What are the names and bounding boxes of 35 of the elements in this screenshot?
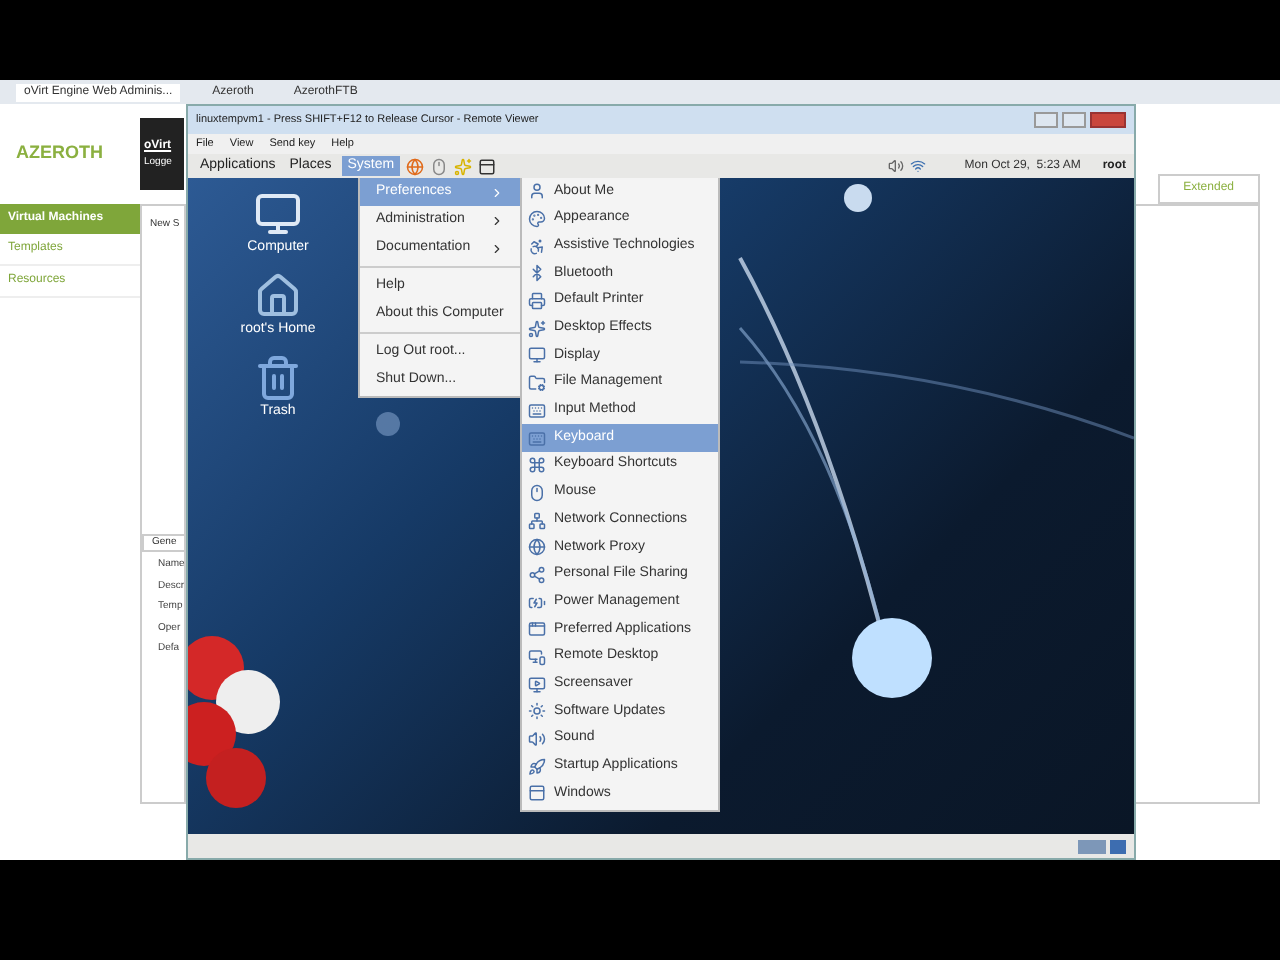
preference-icon xyxy=(528,346,546,365)
preference-icon xyxy=(528,292,546,311)
preference-icon xyxy=(528,565,546,584)
preference-icon xyxy=(528,429,546,448)
preference-icon xyxy=(528,264,546,283)
preference-icon xyxy=(528,456,546,475)
preference-icon xyxy=(528,319,546,338)
preference-icon xyxy=(528,784,546,803)
preference-icon xyxy=(528,182,546,201)
network-icon[interactable] xyxy=(910,158,927,174)
preference-icon xyxy=(528,648,546,667)
volume-icon[interactable] xyxy=(888,158,905,174)
preference-icon xyxy=(528,401,546,420)
workspace-switcher-icon[interactable] xyxy=(1078,839,1106,853)
preference-icon xyxy=(528,374,546,393)
app-logo: AZEROTH xyxy=(16,140,105,167)
minimize-button[interactable] xyxy=(1034,112,1058,128)
home-folder-icon[interactable] xyxy=(254,272,302,320)
computer-icon[interactable] xyxy=(254,190,302,238)
browser-launcher-icon[interactable] xyxy=(406,157,425,175)
preference-icon xyxy=(528,210,546,229)
preference-icon xyxy=(528,757,546,776)
preference-icon xyxy=(528,511,546,530)
workspace-switcher-icon[interactable] xyxy=(1110,839,1126,853)
trash-icon[interactable] xyxy=(254,354,302,402)
preference-icon xyxy=(528,483,546,502)
preference-icon xyxy=(528,702,546,721)
preference-icon xyxy=(528,593,546,612)
sphere-drawing xyxy=(376,412,400,436)
preference-icon xyxy=(528,730,546,749)
maximize-button[interactable] xyxy=(1062,112,1086,128)
preference-icon xyxy=(528,620,546,639)
preference-icon xyxy=(528,675,546,694)
preference-icon xyxy=(528,538,546,557)
preference-icon xyxy=(528,237,546,256)
